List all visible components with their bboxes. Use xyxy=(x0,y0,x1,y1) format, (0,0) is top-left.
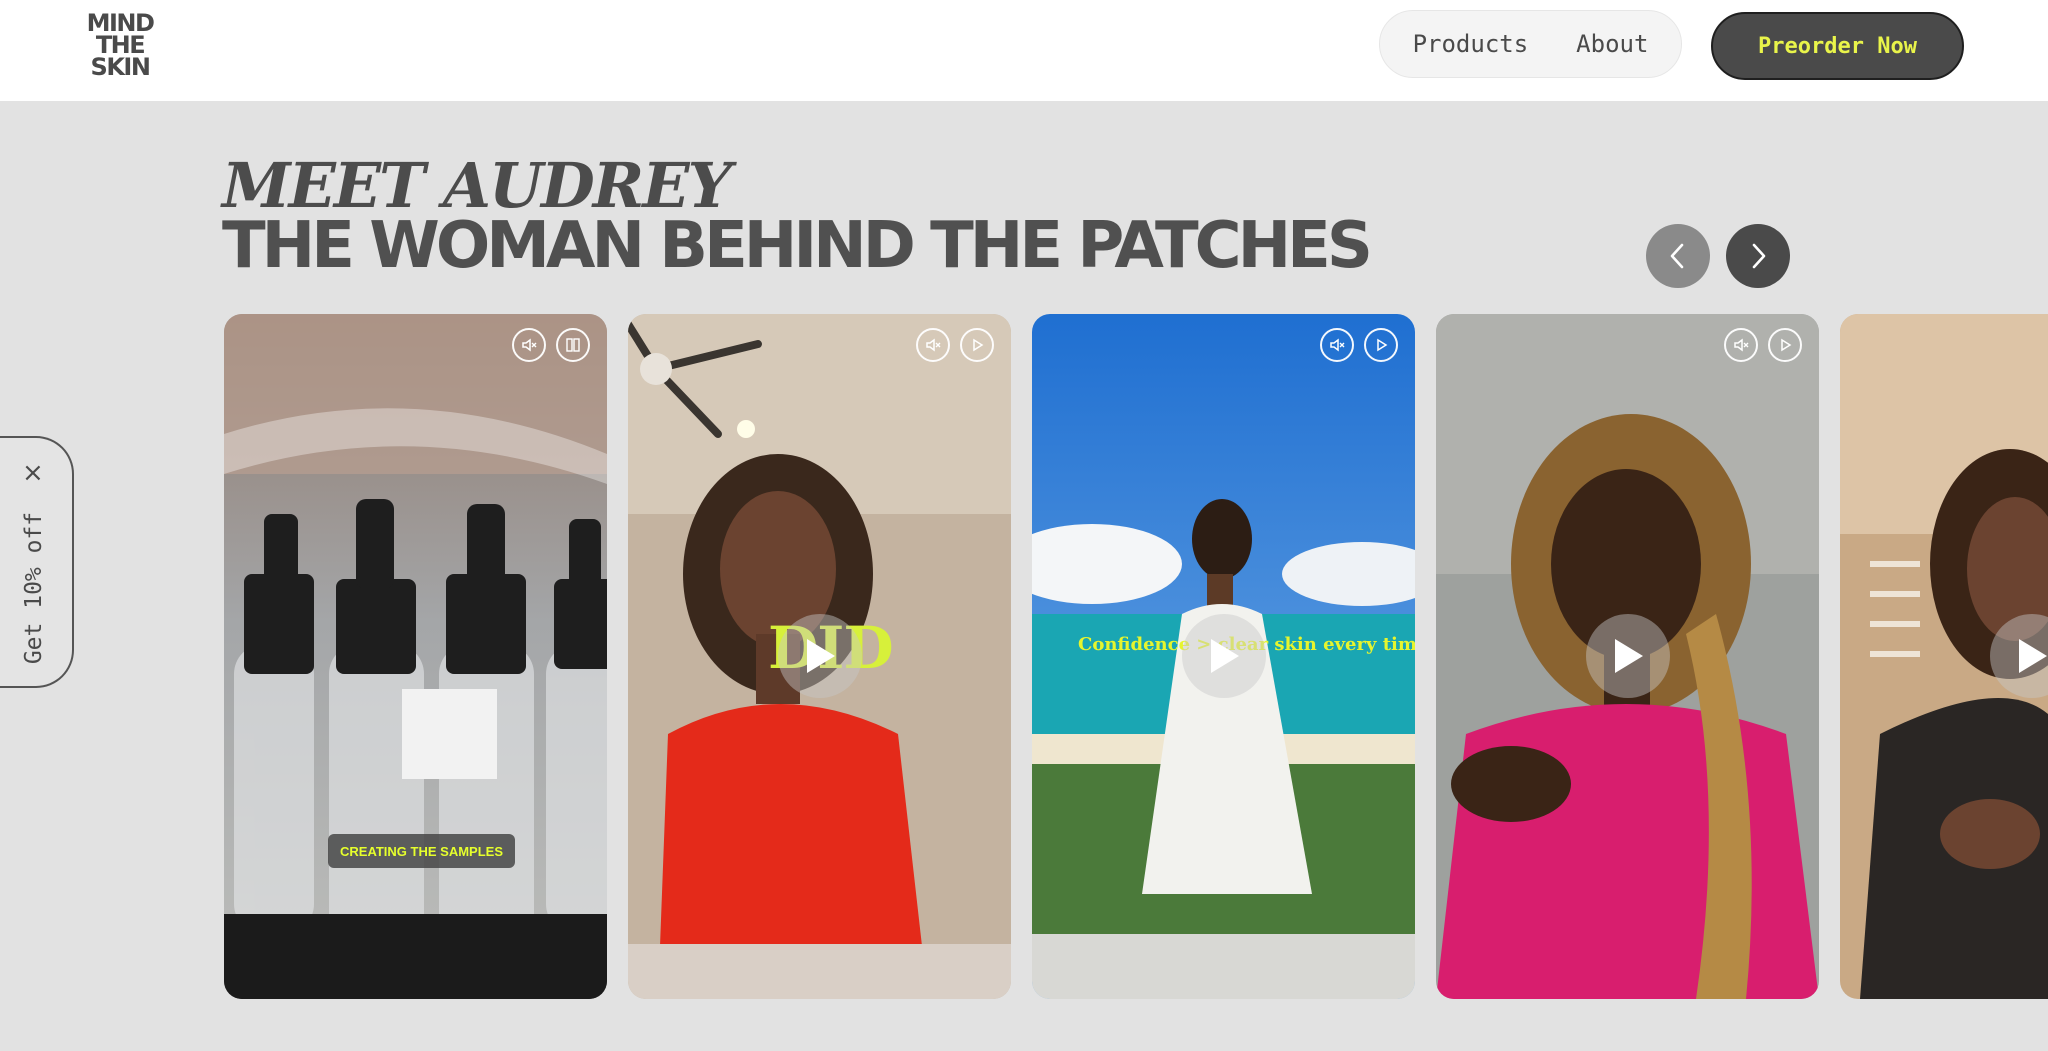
video-thumbnail xyxy=(224,314,607,999)
video-card-1[interactable]: CREATING THE SAMPLES xyxy=(224,314,607,999)
main-nav: Products About xyxy=(1379,10,1682,78)
discount-close-icon[interactable]: × xyxy=(22,460,44,486)
video-card-5[interactable] xyxy=(1840,314,2048,999)
nav-link-products[interactable]: Products xyxy=(1413,30,1529,58)
play-icon[interactable] xyxy=(1768,328,1802,362)
carousel-prev-button[interactable] xyxy=(1646,224,1710,288)
brand-logo[interactable]: MIND THE SKIN xyxy=(74,11,166,82)
site-header: MIND THE SKIN Products About Preorder No… xyxy=(0,0,2048,101)
play-icon[interactable] xyxy=(1364,328,1398,362)
nav-link-about[interactable]: About xyxy=(1576,30,1648,58)
video-card-4[interactable] xyxy=(1436,314,1819,999)
mute-icon[interactable] xyxy=(1724,328,1758,362)
discount-tab[interactable]: × Get 10% off xyxy=(0,436,74,688)
chevron-right-icon xyxy=(1752,243,1766,269)
video-card-2[interactable]: DID xyxy=(628,314,1011,999)
mute-icon[interactable] xyxy=(916,328,950,362)
play-overlay-icon[interactable] xyxy=(1586,614,1670,698)
mute-icon[interactable] xyxy=(1320,328,1354,362)
discount-label: Get 10% off xyxy=(21,511,47,665)
chevron-left-icon xyxy=(1670,243,1684,269)
logo-line-3: SKIN xyxy=(90,53,151,81)
play-icon[interactable] xyxy=(960,328,994,362)
video-card-3[interactable]: Confidence > clear skin every time xyxy=(1032,314,1415,999)
preorder-button[interactable]: Preorder Now xyxy=(1711,12,1964,80)
section-headline: THE WOMAN BEHIND THE PATCHES xyxy=(222,209,1373,283)
video-caption: CREATING THE SAMPLES xyxy=(328,834,515,868)
fullscreen-icon[interactable] xyxy=(556,328,590,362)
play-overlay-icon[interactable] xyxy=(1182,614,1266,698)
mute-icon[interactable] xyxy=(512,328,546,362)
play-overlay-icon[interactable] xyxy=(778,614,862,698)
carousel-next-button[interactable] xyxy=(1726,224,1790,288)
